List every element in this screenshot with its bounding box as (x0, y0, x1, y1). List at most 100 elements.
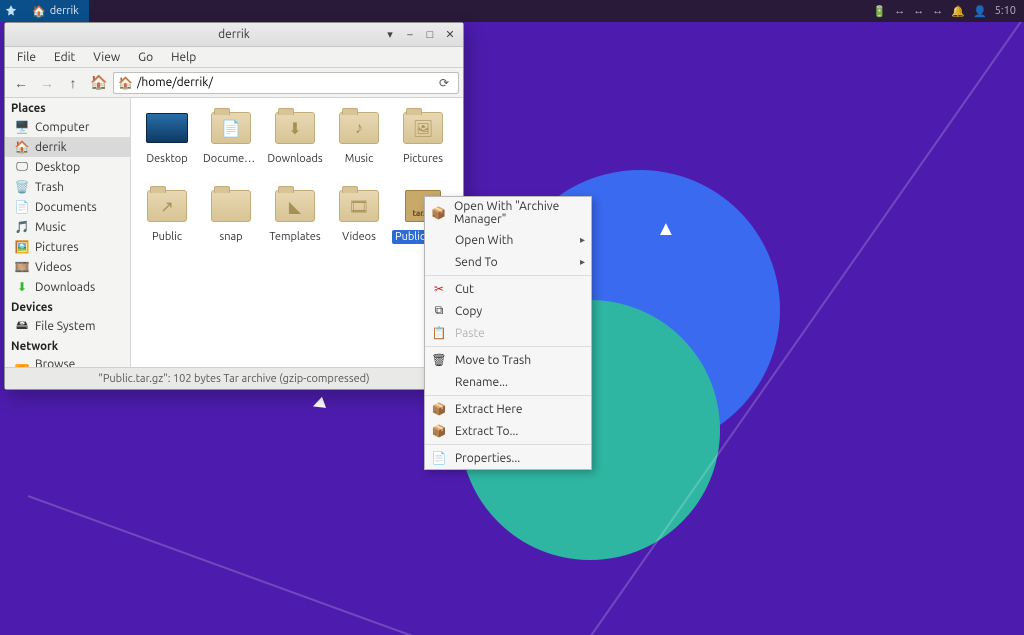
file-item-documents[interactable]: 📄Documents (199, 106, 263, 184)
window-titlebar[interactable]: derrik ▾ – □ ✕ (5, 23, 463, 47)
menu-edit[interactable]: Edit (46, 49, 83, 66)
context-item-extract-here[interactable]: 📦Extract Here (425, 398, 591, 420)
top-panel: 🏠 derrik 🔋 ↔ ↔ ↔ 🔔 👤 5:10 (0, 0, 1024, 22)
context-item-send-to[interactable]: Send To (425, 251, 591, 273)
sidebar-item-icon: 🏠 (15, 140, 29, 154)
context-item-paste: 📋 Paste (425, 322, 591, 344)
context-item-copy[interactable]: ⧉Copy (425, 300, 591, 322)
file-label: snap (216, 230, 245, 244)
context-item-move-to-trash[interactable]: 🗑Move to Trash (425, 349, 591, 371)
sidebar-item-icon: 🗑️ (15, 180, 29, 194)
context-item-icon: 📋 (431, 325, 447, 341)
context-item-icon: ✂ (431, 281, 447, 297)
context-item-cut[interactable]: ✂Cut (425, 278, 591, 300)
path-bar[interactable]: 🏠 ⟳ (113, 72, 459, 94)
sidebar-item-label: Desktop (35, 161, 80, 174)
context-item-icon: 📦 (431, 205, 446, 221)
sidebar-item-music[interactable]: 🎵Music (5, 217, 130, 237)
sidebar-item-browse-network[interactable]: 📶Browse Network (5, 355, 130, 367)
home-icon: 🏠 (118, 76, 133, 90)
nav-up-button[interactable]: ↑ (61, 71, 85, 95)
file-item-videos[interactable]: 🎞Videos (327, 184, 391, 262)
sidebar-item-trash[interactable]: 🗑️Trash (5, 177, 130, 197)
file-icon-view[interactable]: Desktop📄Documents⬇Downloads♪Music🖼Pictur… (131, 98, 463, 367)
file-label: Music (342, 152, 376, 166)
file-item-desktop[interactable]: Desktop (135, 106, 199, 184)
menubar: FileEditViewGoHelp (5, 47, 463, 68)
window-close-button[interactable]: ✕ (441, 27, 459, 43)
app-launcher-icon[interactable] (0, 0, 22, 22)
sidebar-item-label: File System (35, 320, 96, 333)
desktop-icon (145, 108, 189, 148)
nav-forward-button[interactable]: → (35, 71, 59, 95)
clock[interactable]: 5:10 (995, 5, 1016, 17)
sidebar-item-label: derrik (35, 141, 67, 154)
context-item-open-with[interactable]: Open With (425, 229, 591, 251)
context-menu-separator (425, 395, 591, 396)
resize-icon[interactable]: ↔ (894, 5, 905, 17)
nav-back-button[interactable]: ← (9, 71, 33, 95)
window-minimize-icon[interactable]: ▾ (381, 27, 399, 43)
refresh-icon[interactable]: ⟳ (434, 76, 454, 90)
context-item-icon (431, 232, 447, 248)
resize-icon[interactable]: ↔ (932, 5, 943, 17)
sidebar-item-desktop[interactable]: 🖵 Desktop (5, 157, 130, 177)
menu-help[interactable]: Help (163, 49, 204, 66)
file-item-pictures[interactable]: 🖼Pictures (391, 106, 455, 184)
sidebar-item-label: Browse Network (35, 358, 124, 367)
sidebar-item-icon: 🖥️ (15, 120, 29, 134)
menu-go[interactable]: Go (130, 49, 161, 66)
file-item-music[interactable]: ♪Music (327, 106, 391, 184)
context-item-icon (431, 374, 447, 390)
sidebar-item-label: Pictures (35, 241, 79, 254)
sidebar-item-icon: 🖵 (15, 160, 29, 174)
file-item-templates[interactable]: ◣Templates (263, 184, 327, 262)
context-item-extract-to[interactable]: 📦Extract To... (425, 420, 591, 442)
notification-icon[interactable]: 🔔 (951, 5, 965, 18)
sidebar-item-derrik[interactable]: 🏠 derrik (5, 137, 130, 157)
sidebar-item-computer[interactable]: 🖥️Computer (5, 117, 130, 137)
sidebar-heading-network: Network (5, 336, 130, 355)
context-item-rename[interactable]: Rename... (425, 371, 591, 393)
file-item-downloads[interactable]: ⬇Downloads (263, 106, 327, 184)
file-item-snap[interactable]: snap (199, 184, 263, 262)
menu-file[interactable]: File (9, 49, 44, 66)
file-label: Downloads (264, 152, 325, 166)
battery-icon[interactable]: 🔋 (873, 5, 887, 18)
context-item-properties[interactable]: 📄Properties... (425, 447, 591, 469)
taskbar-item-file-manager[interactable]: 🏠 derrik (22, 0, 89, 22)
context-menu-separator (425, 275, 591, 276)
status-bar: "Public.tar.gz": 102 bytes Tar archive (… (5, 367, 463, 389)
context-item-icon (431, 254, 447, 270)
sidebar-item-file-system[interactable]: 🖴 File System (5, 316, 130, 336)
sidebar-item-documents[interactable]: 📄Documents (5, 197, 130, 217)
sidebar-item-icon: ⬇ (15, 280, 29, 294)
context-item-icon: 🗑 (431, 352, 447, 368)
folder-icon: 🖼 (401, 108, 445, 148)
system-tray: 🔋 ↔ ↔ ↔ 🔔 👤 5:10 (865, 5, 1024, 18)
status-text: "Public.tar.gz": 102 bytes Tar archive (… (98, 373, 369, 385)
context-item-label: Paste (455, 327, 485, 340)
file-label: Templates (266, 230, 323, 244)
context-item-label: Rename... (455, 376, 508, 389)
nav-home-button[interactable]: 🏠 (87, 71, 111, 95)
sidebar-item-icon: 🖴 (15, 319, 29, 333)
path-input[interactable] (137, 76, 430, 89)
file-item-public[interactable]: ↗Public (135, 184, 199, 262)
window-maximize-button[interactable]: □ (421, 27, 439, 43)
context-item-open-with-archive-manager[interactable]: 📦 Open With "Archive Manager" (425, 197, 591, 229)
user-icon[interactable]: 👤 (973, 5, 987, 18)
folder-icon: 🎞 (337, 186, 381, 226)
sidebar-item-downloads[interactable]: ⬇Downloads (5, 277, 130, 297)
sidebar-item-label: Documents (35, 201, 97, 214)
sidebar-heading-places: Places (5, 98, 130, 117)
toolbar: ← → ↑ 🏠 🏠 ⟳ (5, 68, 463, 98)
context-item-label: Extract To... (455, 425, 518, 438)
sidebar-item-videos[interactable]: 🎞️Videos (5, 257, 130, 277)
folder-icon (209, 186, 253, 226)
sidebar-item-pictures[interactable]: 🖼️Pictures (5, 237, 130, 257)
window-minimize-button[interactable]: – (401, 27, 419, 43)
menu-view[interactable]: View (85, 49, 128, 66)
resize-icon[interactable]: ↔ (913, 5, 924, 17)
context-item-label: Open With "Archive Manager" (454, 200, 581, 226)
